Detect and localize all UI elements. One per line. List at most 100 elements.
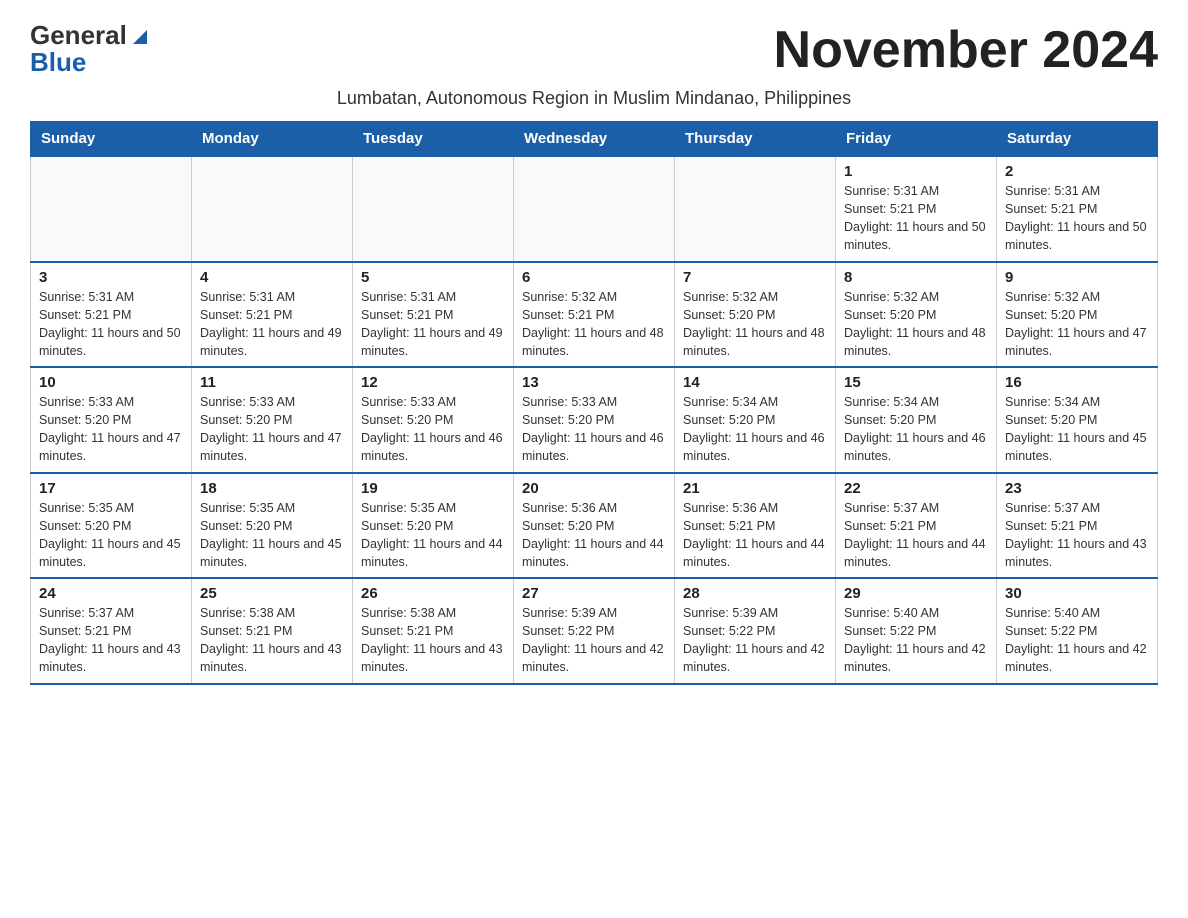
calendar-cell: 15 Sunrise: 5:34 AMSunset: 5:20 PMDayligh… [836, 367, 997, 473]
day-number: 6 [522, 269, 666, 286]
calendar-cell: 24Sunrise: 5:37 AMSunset: 5:21 PMDayligh… [31, 578, 192, 684]
day-info: Sunrise: 5:33 AMSunset: 5:20 PMDaylight:… [39, 393, 183, 466]
calendar-cell [675, 156, 836, 262]
calendar-cell: 11 Sunrise: 5:33 AMSunset: 5:20 PMDayligh… [192, 367, 353, 473]
day-info: Sunrise: 5:36 AMSunset: 5:20 PMDaylight:… [522, 499, 666, 572]
day-info: Sunrise: 5:36 AMSunset: 5:21 PMDaylight:… [683, 499, 827, 572]
calendar-cell: 26 Sunrise: 5:38 AMSunset: 5:21 PMDayligh… [353, 578, 514, 684]
calendar-cell: 2 Sunrise: 5:31 AMSunset: 5:21 PMDaylight… [997, 156, 1158, 262]
calendar-cell: 27 Sunrise: 5:39 AMSunset: 5:22 PMDayligh… [514, 578, 675, 684]
logo-blue-text: Blue [30, 47, 86, 78]
calendar-table: Sunday Monday Tuesday Wednesday Thursday… [30, 121, 1158, 685]
day-number: 18 [200, 480, 344, 497]
day-number: 20 [522, 480, 666, 497]
col-monday: Monday [192, 122, 353, 157]
day-info: Sunrise: 5:39 AMSunset: 5:22 PMDaylight:… [683, 604, 827, 677]
day-info: Sunrise: 5:33 AMSunset: 5:20 PMDaylight:… [200, 393, 344, 466]
day-info: Sunrise: 5:31 AMSunset: 5:21 PMDaylight:… [1005, 182, 1149, 255]
calendar-cell [353, 156, 514, 262]
calendar-cell [31, 156, 192, 262]
calendar-cell: 13 Sunrise: 5:33 AMSunset: 5:20 PMDayligh… [514, 367, 675, 473]
calendar-cell: 10Sunrise: 5:33 AMSunset: 5:20 PMDayligh… [31, 367, 192, 473]
day-info: Sunrise: 5:38 AMSunset: 5:21 PMDaylight:… [200, 604, 344, 677]
day-info: Sunrise: 5:39 AMSunset: 5:22 PMDaylight:… [522, 604, 666, 677]
day-number: 26 [361, 585, 505, 602]
day-info: Sunrise: 5:38 AMSunset: 5:21 PMDaylight:… [361, 604, 505, 677]
day-info: Sunrise: 5:35 AMSunset: 5:20 PMDaylight:… [200, 499, 344, 572]
day-info: Sunrise: 5:32 AMSunset: 5:20 PMDaylight:… [1005, 288, 1149, 361]
day-number: 1 [844, 163, 988, 180]
day-info: Sunrise: 5:33 AMSunset: 5:20 PMDaylight:… [522, 393, 666, 466]
calendar-week-row: 3 Sunrise: 5:31 AMSunset: 5:21 PMDaylight… [31, 262, 1158, 368]
day-info: Sunrise: 5:34 AMSunset: 5:20 PMDaylight:… [844, 393, 988, 466]
page-subtitle: Lumbatan, Autonomous Region in Muslim Mi… [30, 88, 1158, 109]
day-info: Sunrise: 5:37 AMSunset: 5:21 PMDaylight:… [844, 499, 988, 572]
day-info: Sunrise: 5:31 AMSunset: 5:21 PMDaylight:… [844, 182, 988, 255]
logo-triangle-icon [129, 26, 151, 48]
calendar-cell: 1 Sunrise: 5:31 AMSunset: 5:21 PMDaylight… [836, 156, 997, 262]
col-wednesday: Wednesday [514, 122, 675, 157]
day-number: 8 [844, 269, 988, 286]
calendar-cell: 16Sunrise: 5:34 AMSunset: 5:20 PMDayligh… [997, 367, 1158, 473]
day-number: 3 [39, 269, 183, 286]
col-thursday: Thursday [675, 122, 836, 157]
day-info: Sunrise: 5:35 AMSunset: 5:20 PMDaylight:… [39, 499, 183, 572]
day-info: Sunrise: 5:31 AMSunset: 5:21 PMDaylight:… [200, 288, 344, 361]
day-number: 2 [1005, 163, 1149, 180]
day-info: Sunrise: 5:31 AMSunset: 5:21 PMDaylight:… [39, 288, 183, 361]
day-info: Sunrise: 5:32 AMSunset: 5:20 PMDaylight:… [683, 288, 827, 361]
logo: General Blue [30, 20, 151, 78]
day-info: Sunrise: 5:37 AMSunset: 5:21 PMDaylight:… [1005, 499, 1149, 572]
calendar-cell: 5 Sunrise: 5:31 AMSunset: 5:21 PMDaylight… [353, 262, 514, 368]
day-number: 4 [200, 269, 344, 286]
day-number: 5 [361, 269, 505, 286]
day-info: Sunrise: 5:40 AMSunset: 5:22 PMDaylight:… [844, 604, 988, 677]
col-saturday: Saturday [997, 122, 1158, 157]
day-number: 9 [1005, 269, 1149, 286]
day-info: Sunrise: 5:37 AMSunset: 5:21 PMDaylight:… [39, 604, 183, 677]
calendar-cell: 4 Sunrise: 5:31 AMSunset: 5:21 PMDaylight… [192, 262, 353, 368]
day-number: 16 [1005, 374, 1149, 391]
day-number: 25 [200, 585, 344, 602]
calendar-cell: 29 Sunrise: 5:40 AMSunset: 5:22 PMDayligh… [836, 578, 997, 684]
day-info: Sunrise: 5:32 AMSunset: 5:20 PMDaylight:… [844, 288, 988, 361]
calendar-cell: 22 Sunrise: 5:37 AMSunset: 5:21 PMDayligh… [836, 473, 997, 579]
calendar-cell [192, 156, 353, 262]
calendar-cell: 21 Sunrise: 5:36 AMSunset: 5:21 PMDayligh… [675, 473, 836, 579]
day-number: 28 [683, 585, 827, 602]
day-number: 13 [522, 374, 666, 391]
day-number: 17 [39, 480, 183, 497]
calendar-week-row: 1 Sunrise: 5:31 AMSunset: 5:21 PMDaylight… [31, 156, 1158, 262]
calendar-cell: 6Sunrise: 5:32 AMSunset: 5:21 PMDaylight… [514, 262, 675, 368]
day-info: Sunrise: 5:34 AMSunset: 5:20 PMDaylight:… [683, 393, 827, 466]
day-number: 30 [1005, 585, 1149, 602]
day-info: Sunrise: 5:31 AMSunset: 5:21 PMDaylight:… [361, 288, 505, 361]
month-title: November 2024 [774, 20, 1158, 80]
calendar-cell: 14 Sunrise: 5:34 AMSunset: 5:20 PMDayligh… [675, 367, 836, 473]
calendar-cell: 23Sunrise: 5:37 AMSunset: 5:21 PMDayligh… [997, 473, 1158, 579]
calendar-week-row: 24Sunrise: 5:37 AMSunset: 5:21 PMDayligh… [31, 578, 1158, 684]
day-number: 21 [683, 480, 827, 497]
day-info: Sunrise: 5:33 AMSunset: 5:20 PMDaylight:… [361, 393, 505, 466]
day-number: 14 [683, 374, 827, 391]
day-number: 15 [844, 374, 988, 391]
day-number: 12 [361, 374, 505, 391]
page-header: General Blue November 2024 [30, 20, 1158, 80]
day-info: Sunrise: 5:40 AMSunset: 5:22 PMDaylight:… [1005, 604, 1149, 677]
calendar-cell: 7 Sunrise: 5:32 AMSunset: 5:20 PMDaylight… [675, 262, 836, 368]
calendar-cell: 3 Sunrise: 5:31 AMSunset: 5:21 PMDaylight… [31, 262, 192, 368]
day-number: 19 [361, 480, 505, 497]
calendar-cell: 18 Sunrise: 5:35 AMSunset: 5:20 PMDayligh… [192, 473, 353, 579]
day-number: 22 [844, 480, 988, 497]
day-number: 29 [844, 585, 988, 602]
day-number: 11 [200, 374, 344, 391]
day-number: 27 [522, 585, 666, 602]
calendar-cell: 28 Sunrise: 5:39 AMSunset: 5:22 PMDayligh… [675, 578, 836, 684]
col-tuesday: Tuesday [353, 122, 514, 157]
calendar-week-row: 17 Sunrise: 5:35 AMSunset: 5:20 PMDayligh… [31, 473, 1158, 579]
calendar-cell: 12 Sunrise: 5:33 AMSunset: 5:20 PMDayligh… [353, 367, 514, 473]
calendar-cell: 30 Sunrise: 5:40 AMSunset: 5:22 PMDayligh… [997, 578, 1158, 684]
calendar-cell: 25 Sunrise: 5:38 AMSunset: 5:21 PMDayligh… [192, 578, 353, 684]
calendar-header-row: Sunday Monday Tuesday Wednesday Thursday… [31, 122, 1158, 157]
day-number: 7 [683, 269, 827, 286]
